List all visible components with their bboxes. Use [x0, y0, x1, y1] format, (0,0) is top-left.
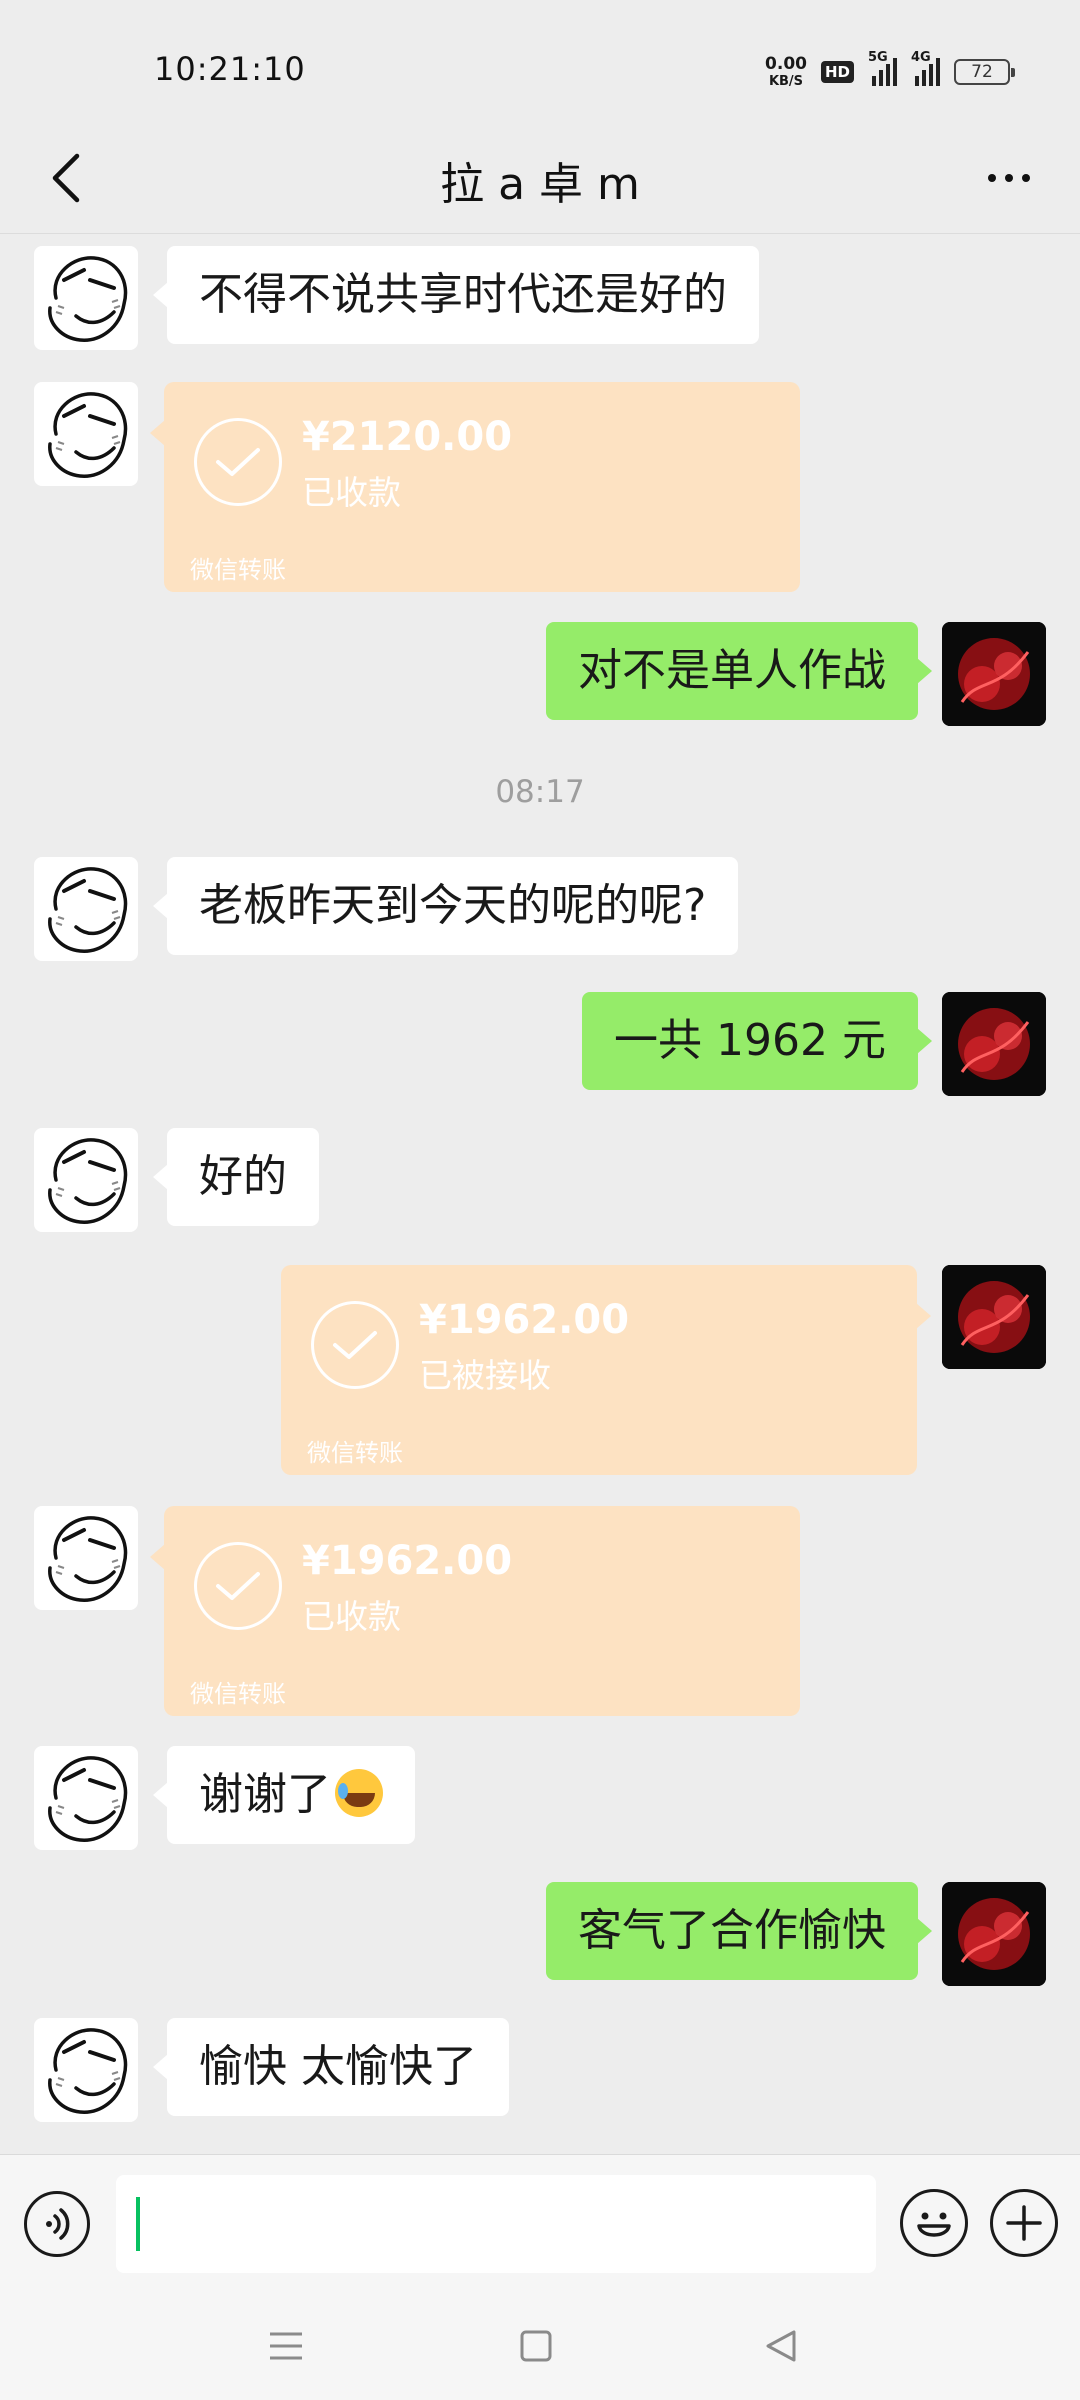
- doodle-face-icon: [47, 866, 128, 954]
- transfer-footer: 微信转账: [190, 556, 286, 584]
- transfer-amount: ¥1962.00: [419, 1297, 630, 1343]
- battery-level: 72: [971, 62, 993, 82]
- check-circle-icon: [194, 418, 282, 506]
- contact-avatar[interactable]: [34, 2018, 138, 2122]
- signal-5g-label: 5G: [868, 50, 888, 65]
- message-bubble-sent[interactable]: 客气了合作愉快: [546, 1882, 932, 1980]
- hd-icon: HD: [820, 61, 854, 83]
- more-dots-icon: [988, 174, 996, 182]
- check-circle-icon: [194, 1542, 282, 1630]
- my-avatar[interactable]: [942, 1882, 1046, 1986]
- status-icons: 0.00 KB/S HD 5G 4G 72: [765, 50, 1015, 92]
- more-options-button[interactable]: [974, 148, 1044, 208]
- contact-avatar[interactable]: [34, 1746, 138, 1850]
- contact-avatar[interactable]: [34, 246, 138, 350]
- transfer-footer: 微信转账: [190, 1680, 286, 1708]
- doodle-face-icon: [47, 2027, 128, 2115]
- system-nav-bar: [0, 2296, 1080, 2400]
- net-speed-unit: KB/S: [768, 74, 804, 89]
- battery-icon: 72: [954, 59, 1015, 85]
- status-bar: 10:21:10 0.00 KB/S HD 5G 4G 72: [0, 0, 1080, 130]
- contact-avatar[interactable]: [34, 1506, 138, 1610]
- message-bubble-sent[interactable]: 对不是单人作战: [546, 622, 932, 720]
- signal-4g-label: 4G: [911, 50, 931, 65]
- contact-avatar[interactable]: [34, 1128, 138, 1232]
- message-input[interactable]: [116, 2175, 876, 2273]
- status-time: 10:21:10: [154, 50, 306, 88]
- message-timestamp: 08:17: [495, 774, 585, 810]
- doodle-face-icon: [47, 391, 128, 479]
- transfer-status: 已被接收: [419, 1356, 551, 1395]
- chat-title: 拉 a 卓 m: [440, 159, 640, 210]
- message-bubble-received[interactable]: 愉快 太愉快了: [153, 2018, 509, 2116]
- message-bubble-received[interactable]: 谢谢了: [153, 1746, 415, 1844]
- voice-button[interactable]: [24, 2191, 90, 2257]
- transfer-amount: ¥1962.00: [302, 1538, 513, 1584]
- doodle-face-icon: [47, 1515, 128, 1603]
- contact-avatar[interactable]: [34, 382, 138, 486]
- home-icon[interactable]: [518, 2328, 554, 2364]
- message-bubble-received[interactable]: 好的: [153, 1128, 319, 1226]
- my-avatar-image: [942, 1265, 1046, 1369]
- menu-icon[interactable]: [268, 2328, 304, 2364]
- voice-icon: [46, 2208, 70, 2240]
- transfer-card-received[interactable]: ¥2120.00 已收款 微信转账: [150, 382, 800, 592]
- input-bar: [0, 2154, 1080, 2296]
- contact-avatar[interactable]: [34, 857, 138, 961]
- emoji-button[interactable]: [900, 2189, 968, 2257]
- net-speed-value: 0.00: [765, 54, 807, 74]
- signal-4g-icon: 4G: [911, 50, 940, 86]
- my-avatar[interactable]: [942, 1265, 1046, 1369]
- my-avatar-image: [942, 1882, 1046, 1986]
- doodle-face-icon: [47, 1755, 128, 1843]
- message-bubble-received[interactable]: 老板昨天到今天的呢的呢?: [152, 857, 739, 955]
- check-circle-icon: [311, 1301, 399, 1389]
- transfer-footer: 微信转账: [307, 1439, 403, 1467]
- transfer-status: 已收款: [302, 1597, 401, 1636]
- net-speed-indicator: 0.00 KB/S: [765, 54, 807, 89]
- transfer-amount: ¥2120.00: [302, 414, 513, 460]
- my-avatar-image: [942, 622, 1046, 726]
- plus-button[interactable]: [990, 2189, 1058, 2257]
- transfer-card-sent[interactable]: ¥1962.00 已被接收 微信转账: [281, 1265, 931, 1475]
- my-avatar[interactable]: [942, 622, 1046, 726]
- transfer-status: 已收款: [302, 473, 401, 512]
- text-caret: [136, 2197, 140, 2251]
- doodle-face-icon: [47, 255, 128, 343]
- message-bubble-sent[interactable]: 一共 1962 元: [582, 992, 932, 1090]
- emoji-icon: [917, 2212, 951, 2237]
- message-bubble-received[interactable]: 不得不说共享时代还是好的: [153, 246, 759, 344]
- message-text: 谢谢了: [199, 1769, 331, 1820]
- chat-header: 拉 a 卓 m: [0, 130, 1080, 234]
- plus-icon: [1006, 2205, 1042, 2241]
- my-avatar-image: [942, 992, 1046, 1096]
- doodle-face-icon: [47, 1137, 128, 1225]
- transfer-card-received[interactable]: ¥1962.00 已收款 微信转账: [150, 1506, 800, 1716]
- back-triangle-icon[interactable]: [764, 2328, 800, 2364]
- tears-of-joy-emoji-icon: [335, 1769, 383, 1817]
- my-avatar[interactable]: [942, 992, 1046, 1096]
- signal-5g-icon: 5G: [868, 50, 897, 86]
